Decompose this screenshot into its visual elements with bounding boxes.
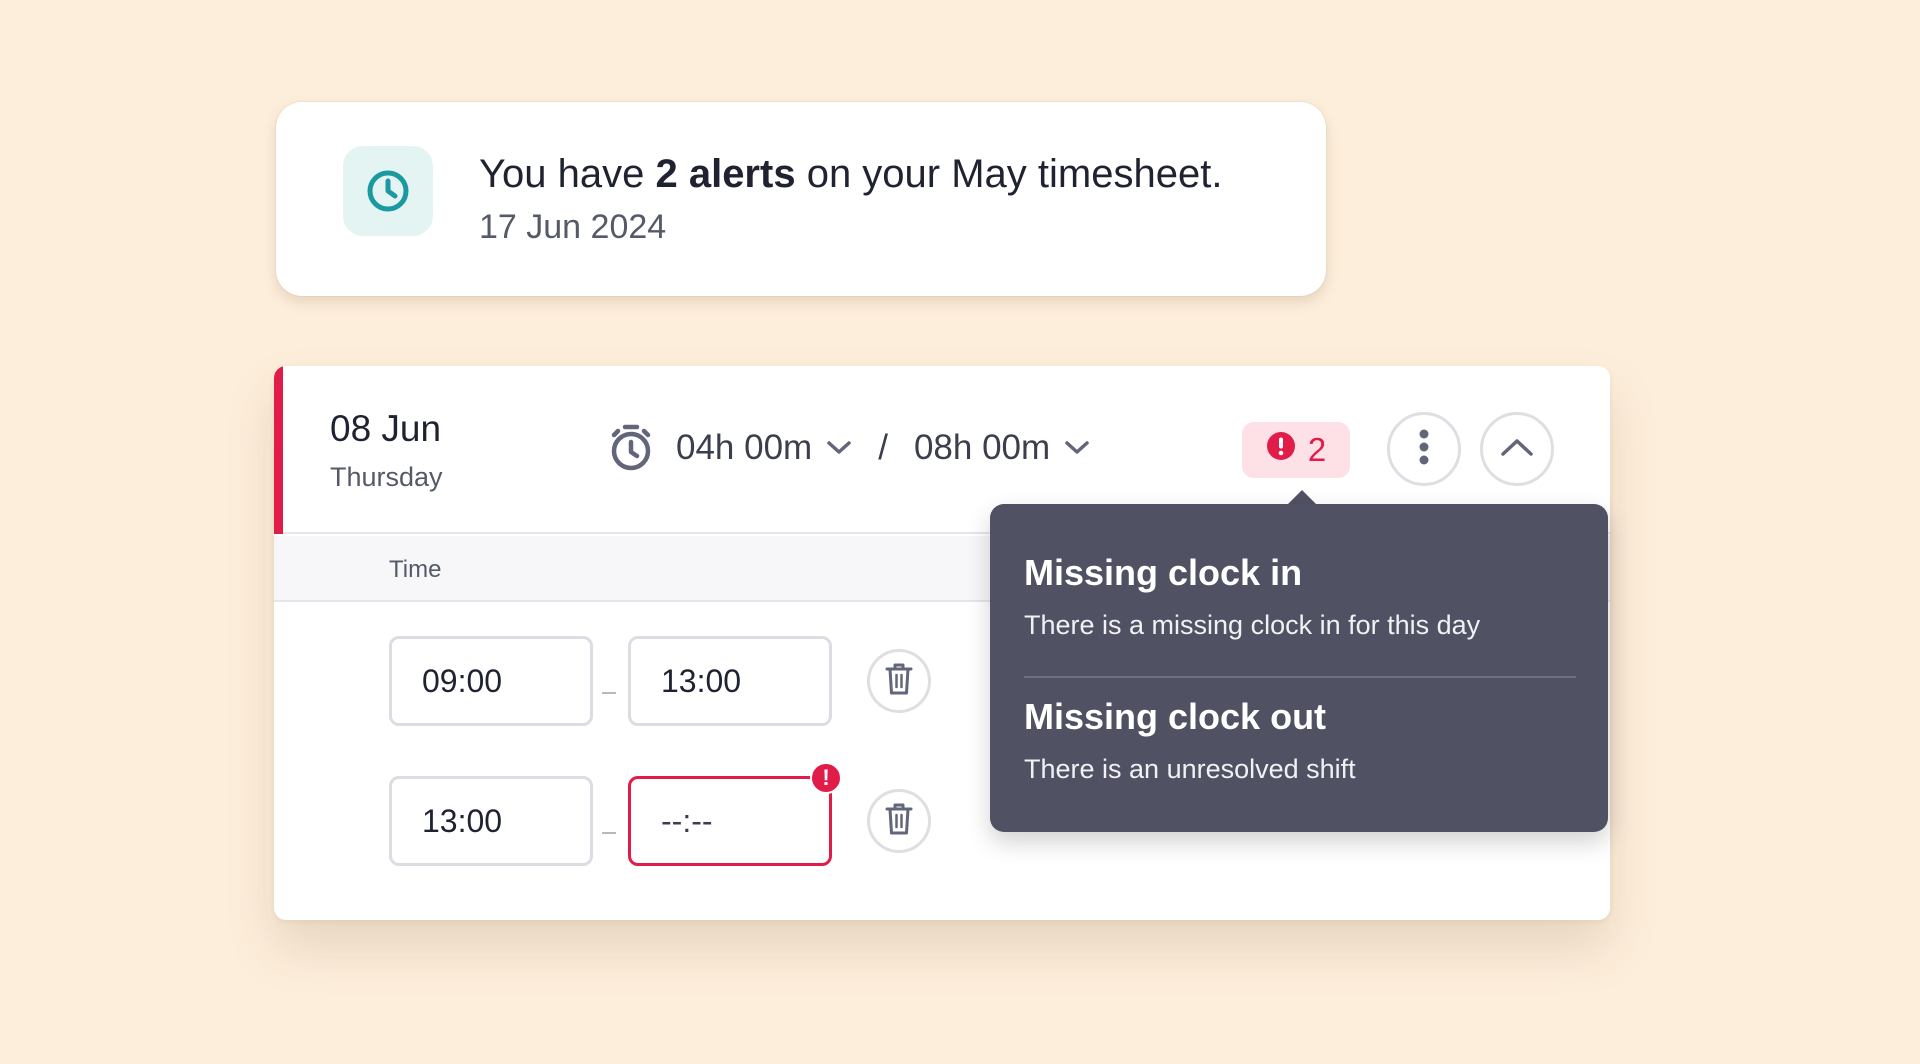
shift-1-start-input[interactable]: 09:00 [389, 636, 593, 726]
alert-title-missing-clock-in: Missing clock in [1024, 552, 1303, 593]
time-range-dash [602, 832, 616, 834]
alert-description-missing-clock-in: There is a missing clock in for this day [1024, 610, 1481, 640]
clock-icon [343, 146, 433, 236]
duration-separator: / [878, 428, 888, 467]
chevron-down-icon[interactable] [826, 440, 852, 456]
timesheet-alert-notification[interactable]: You have 2 alerts on your May timesheet.… [276, 102, 1326, 296]
alerts-tooltip: Missing clock in There is a missing cloc… [990, 504, 1608, 832]
tooltip-divider [1024, 676, 1576, 678]
input-error-icon: ! [810, 762, 842, 794]
stage: You have 2 alerts on your May timesheet.… [0, 0, 1920, 1064]
shift-1-end-input[interactable]: 13:00 [628, 636, 832, 726]
chevron-up-icon [1499, 436, 1535, 463]
more-options-button[interactable] [1387, 412, 1461, 486]
planned-duration[interactable]: 08h 00m [914, 428, 1050, 468]
stopwatch-icon [608, 423, 654, 473]
time-range-dash [602, 692, 616, 694]
notification-date: 17 Jun 2024 [479, 208, 667, 246]
shift-2-start-input[interactable]: 13:00 [389, 776, 593, 866]
column-time-label: Time [389, 556, 442, 583]
notification-message: You have 2 alerts on your May timesheet. [479, 152, 1223, 196]
delete-shift-1-button[interactable] [867, 649, 931, 713]
alert-count: 2 [1307, 431, 1327, 468]
shift-2-end-input-error[interactable]: --:-- [628, 776, 832, 866]
collapse-button[interactable] [1480, 412, 1554, 486]
alert-description-missing-clock-out: There is an unresolved shift [1024, 754, 1356, 784]
error-accent-bar [274, 366, 283, 534]
alert-title-missing-clock-out: Missing clock out [1024, 696, 1327, 737]
alert-badge[interactable]: 2 [1242, 422, 1350, 478]
duration-summary: 04h 00m / 08h 00m [608, 424, 1116, 472]
alert-icon [1266, 431, 1296, 469]
more-vertical-icon [1418, 428, 1430, 471]
day-weekday: Thursday [330, 462, 443, 492]
day-date: 08 Jun [330, 408, 442, 449]
trash-icon [884, 661, 914, 702]
trash-icon [884, 801, 914, 842]
alert-count-text: 2 alerts [655, 152, 796, 196]
delete-shift-2-button[interactable] [867, 789, 931, 853]
worked-duration[interactable]: 04h 00m [676, 428, 812, 468]
chevron-down-icon[interactable] [1064, 440, 1090, 456]
